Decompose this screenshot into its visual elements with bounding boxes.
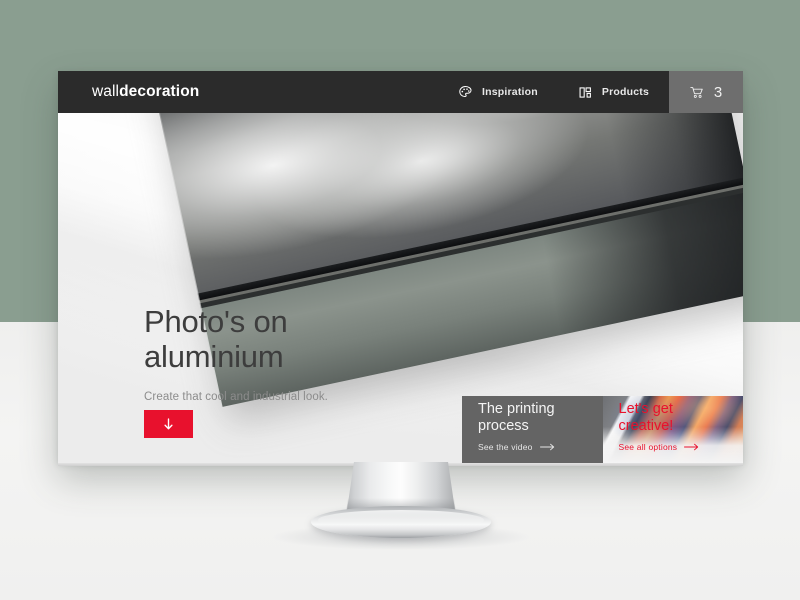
promo-card-content: The printing process See the video: [478, 401, 555, 452]
cart-button[interactable]: 3: [669, 71, 743, 113]
scroll-down-button[interactable]: [144, 410, 193, 438]
site-logo[interactable]: wall decoration: [58, 71, 199, 113]
promo-card-title: The printing process: [478, 400, 555, 434]
promo-card-link-label: See all options: [618, 442, 678, 452]
hero-copy: Photo's on aluminium Create that cool an…: [144, 304, 328, 438]
mockup-stage: wall decoration Inspiration Products 3 P…: [0, 0, 800, 600]
shopping-cart-icon: [690, 85, 705, 100]
imac-screen: wall decoration Inspiration Products 3 P…: [58, 71, 743, 463]
hero-section: Photo's on aluminium Create that cool an…: [58, 113, 743, 463]
nav-item-inspiration[interactable]: Inspiration: [438, 71, 558, 113]
palette-icon: [458, 85, 473, 100]
main-nav: Inspiration Products 3: [438, 71, 743, 113]
monitor-stand-base-highlight: [318, 510, 484, 530]
promo-card-link-label: See the video: [478, 442, 533, 452]
arrow-down-icon: [163, 417, 174, 431]
promo-card-link[interactable]: See the video: [478, 442, 555, 452]
promo-card-link[interactable]: See all options: [619, 442, 700, 452]
arrow-right-icon: [539, 443, 555, 451]
promo-cards: The printing process See the video Let's…: [462, 396, 743, 463]
arrow-right-icon: [684, 443, 699, 451]
promo-card-content: Let's get creative! See all options: [619, 401, 700, 452]
nav-label-inspiration: Inspiration: [482, 86, 538, 98]
site-header: wall decoration Inspiration Products 3: [58, 71, 743, 113]
promo-card-get-creative[interactable]: Let's get creative! See all options: [602, 396, 743, 463]
cart-count: 3: [713, 83, 723, 101]
hero-subtitle: Create that cool and industrial look.: [144, 391, 328, 404]
promo-card-printing-process[interactable]: The printing process See the video: [462, 396, 603, 463]
logo-text-thin: wall: [92, 83, 120, 100]
hero-title: Photo's on aluminium: [144, 304, 288, 374]
nav-label-products: Products: [601, 86, 649, 98]
nav-item-products[interactable]: Products: [558, 71, 669, 113]
promo-card-title: Let's get creative!: [618, 400, 674, 434]
grid-layout-icon: [578, 85, 593, 100]
logo-text-bold: decoration: [119, 83, 200, 100]
